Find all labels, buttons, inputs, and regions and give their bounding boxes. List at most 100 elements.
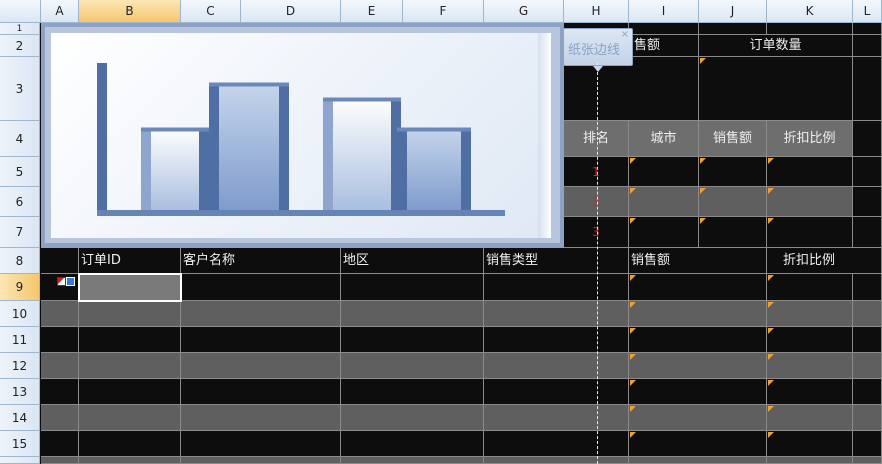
table-cell[interactable] xyxy=(629,457,767,464)
column-header-e[interactable]: E xyxy=(341,0,403,23)
table-cell[interactable] xyxy=(484,431,629,457)
table-cell[interactable] xyxy=(767,327,853,353)
column-header-f[interactable]: F xyxy=(403,0,484,23)
table-cell[interactable] xyxy=(767,405,853,431)
cell-l3[interactable] xyxy=(853,57,882,121)
table-cell[interactable] xyxy=(181,274,341,301)
column-header-i[interactable]: I xyxy=(629,0,699,23)
cell-a8[interactable] xyxy=(41,248,79,274)
table-cell[interactable] xyxy=(629,405,767,431)
column-header-l[interactable]: L xyxy=(853,0,882,23)
cell-l2[interactable] xyxy=(853,35,882,57)
row-header-6[interactable]: 6 xyxy=(0,187,40,217)
table-cell[interactable] xyxy=(767,431,853,457)
table-cell[interactable] xyxy=(629,431,767,457)
sales-total-cell[interactable] xyxy=(564,57,706,121)
table-cell[interactable] xyxy=(41,405,79,431)
table-cell[interactable] xyxy=(853,405,882,431)
row-header-4[interactable]: 4 xyxy=(0,121,40,157)
row-header-7[interactable]: 7 xyxy=(0,217,40,248)
row-header-3[interactable]: 3 xyxy=(0,57,40,121)
table-cell[interactable] xyxy=(181,301,341,327)
column-header-b[interactable]: B xyxy=(79,0,181,23)
rank-2-sales[interactable] xyxy=(699,187,767,217)
table-cell[interactable] xyxy=(79,327,181,353)
table-cell[interactable] xyxy=(767,379,853,405)
row-header-1[interactable]: 1 xyxy=(0,23,40,35)
table-cell[interactable] xyxy=(767,274,853,301)
row-header-15[interactable]: 15 xyxy=(0,431,40,457)
table-cell[interactable] xyxy=(341,457,484,464)
table-cell[interactable] xyxy=(79,457,181,464)
table-cell[interactable] xyxy=(767,457,853,464)
table-cell[interactable] xyxy=(181,431,341,457)
column-header-g[interactable]: G xyxy=(484,0,564,23)
table-cell[interactable] xyxy=(79,301,181,327)
table-cell[interactable] xyxy=(341,353,484,379)
rank-2-city[interactable] xyxy=(629,187,699,217)
column-header-j[interactable]: J xyxy=(699,0,767,23)
rank-3-discount[interactable] xyxy=(767,217,853,248)
row-header-5[interactable]: 5 xyxy=(0,157,40,187)
table-cell[interactable] xyxy=(629,301,767,327)
cell-k1[interactable] xyxy=(767,23,853,35)
table-cell[interactable] xyxy=(181,457,341,464)
table-cell[interactable] xyxy=(181,327,341,353)
table-cell[interactable] xyxy=(629,327,767,353)
tooltip-close-icon[interactable]: × xyxy=(621,29,629,40)
rank-1-discount[interactable] xyxy=(767,157,853,187)
table-cell[interactable] xyxy=(853,327,882,353)
row-header-13[interactable]: 13 xyxy=(0,379,40,405)
table-cell[interactable] xyxy=(41,353,79,379)
row-header-2[interactable]: 2 xyxy=(0,35,40,57)
row-header-16[interactable] xyxy=(0,457,40,464)
rank-3-sales[interactable] xyxy=(699,217,767,248)
table-cell[interactable] xyxy=(79,379,181,405)
table-cell[interactable] xyxy=(341,301,484,327)
cell-l1[interactable] xyxy=(853,23,882,35)
table-cell[interactable] xyxy=(341,327,484,353)
table-cell[interactable] xyxy=(41,327,79,353)
row-header-12[interactable]: 12 xyxy=(0,353,40,379)
cell-j1[interactable] xyxy=(699,23,767,35)
order-count-cell[interactable] xyxy=(699,57,853,121)
table-cell[interactable] xyxy=(853,353,882,379)
column-header-k[interactable]: K xyxy=(767,0,853,23)
table-cell[interactable] xyxy=(341,379,484,405)
row-header-9[interactable]: 9 xyxy=(0,274,40,301)
row-header-10[interactable]: 10 xyxy=(0,301,40,327)
select-all-corner[interactable] xyxy=(0,0,41,23)
table-cell[interactable] xyxy=(79,431,181,457)
chart-object[interactable] xyxy=(41,23,564,248)
column-header-a[interactable]: A xyxy=(41,0,79,23)
rank-2-discount[interactable] xyxy=(767,187,853,217)
cell-l4[interactable] xyxy=(853,121,882,157)
table-cell[interactable] xyxy=(853,301,882,327)
comment-indicator-icon[interactable] xyxy=(57,277,75,286)
table-cell[interactable] xyxy=(853,457,882,464)
table-cell[interactable] xyxy=(484,379,629,405)
table-cell[interactable] xyxy=(79,405,181,431)
table-cell[interactable] xyxy=(181,379,341,405)
column-header-h[interactable]: H xyxy=(564,0,629,23)
table-cell[interactable] xyxy=(629,274,767,301)
table-cell[interactable] xyxy=(484,327,629,353)
cell-l6[interactable] xyxy=(853,187,882,217)
table-cell[interactable] xyxy=(853,274,882,301)
table-cell[interactable] xyxy=(41,431,79,457)
table-cell[interactable] xyxy=(767,301,853,327)
column-header-c[interactable]: C xyxy=(181,0,241,23)
table-cell[interactable] xyxy=(41,301,79,327)
active-cell-b9[interactable] xyxy=(78,273,182,302)
table-cell[interactable] xyxy=(484,457,629,464)
table-cell[interactable] xyxy=(41,379,79,405)
rank-1-city[interactable] xyxy=(629,157,699,187)
cell-l7[interactable] xyxy=(853,217,882,248)
table-cell[interactable] xyxy=(767,353,853,379)
row-header-8[interactable]: 8 xyxy=(0,248,40,274)
table-cell[interactable] xyxy=(629,353,767,379)
table-cell[interactable] xyxy=(341,431,484,457)
table-cell[interactable] xyxy=(181,353,341,379)
table-cell[interactable] xyxy=(629,379,767,405)
table-cell[interactable] xyxy=(853,431,882,457)
